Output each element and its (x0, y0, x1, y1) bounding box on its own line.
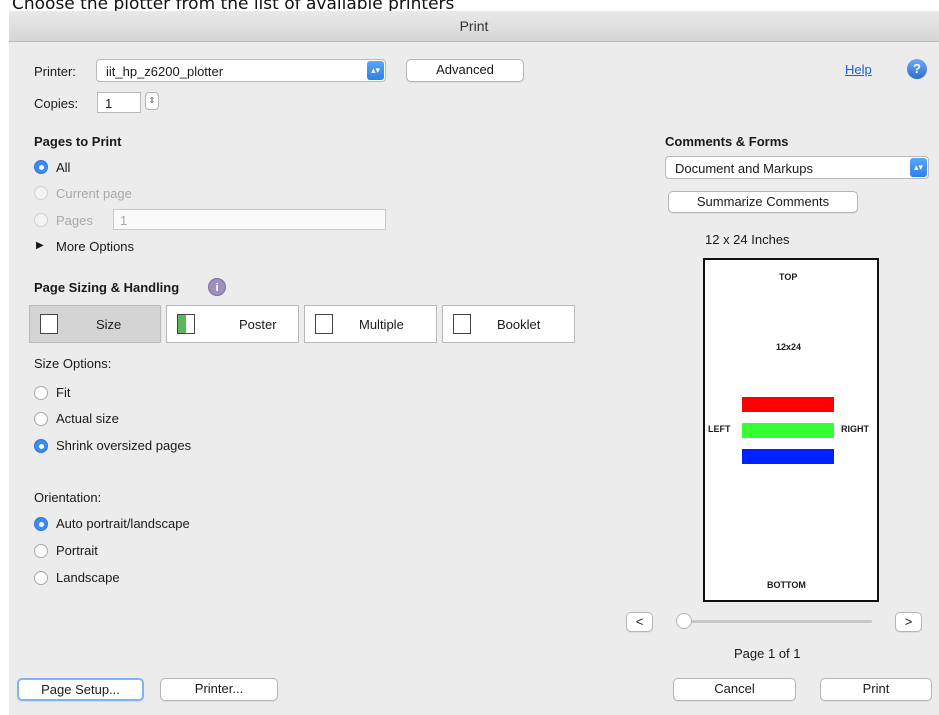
summarize-comments-label: Summarize Comments (696, 194, 830, 209)
orientation-landscape-label: Landscape (56, 570, 120, 585)
page-slider-track[interactable] (676, 620, 872, 623)
size-button[interactable]: Size (29, 305, 161, 343)
poster-button[interactable]: Poster (166, 305, 299, 343)
window-title: Print (459, 18, 489, 34)
preview-bottom-text: BOTTOM (767, 580, 806, 590)
booklet-button-label: Booklet (497, 317, 541, 332)
size-shrink-label: Shrink oversized pages (56, 438, 192, 453)
preview-right-text: RIGHT (841, 424, 869, 434)
page-setup-button[interactable]: Page Setup... (17, 678, 144, 701)
page-indicator: Page 1 of 1 (734, 646, 801, 661)
advanced-button-label: Advanced (436, 62, 494, 77)
printer-label: Printer: (34, 64, 76, 79)
print-button[interactable]: Print (820, 678, 932, 701)
comments-forms-value: Document and Markups (675, 161, 814, 176)
pages-range-value: 1 (120, 213, 128, 228)
pages-all-label: All (56, 160, 71, 175)
copies-input[interactable]: 1 (97, 92, 141, 113)
page-setup-label: Page Setup... (41, 682, 120, 697)
size-actual-radio[interactable] (34, 412, 48, 426)
poster-icon (177, 314, 195, 334)
printer-button[interactable]: Printer... (160, 678, 278, 701)
booklet-button[interactable]: Booklet (442, 305, 575, 343)
printer-select-value: iit_hp_z6200_plotter (106, 64, 224, 79)
size-shrink-radio[interactable] (34, 439, 48, 453)
title-bar: Print (9, 11, 939, 42)
preview-left-text: LEFT (708, 424, 731, 434)
page-sizing-heading: Page Sizing & Handling (34, 280, 180, 295)
orientation-auto-radio[interactable] (34, 517, 48, 531)
orientation-portrait-radio[interactable] (34, 544, 48, 558)
orientation-portrait-label: Portrait (56, 543, 98, 558)
pages-range-input[interactable]: 1 (113, 209, 386, 230)
booklet-icon (453, 314, 471, 334)
previous-page-label: < (635, 614, 644, 629)
more-options-toggle[interactable]: More Options (56, 239, 134, 254)
cancel-button[interactable]: Cancel (673, 678, 796, 701)
multiple-button-label: Multiple (359, 317, 404, 332)
previous-page-button[interactable]: < (626, 612, 653, 632)
copies-stepper[interactable]: ⇕ (145, 92, 159, 110)
size-fit-label: Fit (56, 385, 71, 400)
multiple-button[interactable]: Multiple (304, 305, 437, 343)
help-icon[interactable]: ? (907, 59, 927, 79)
next-page-label: > (904, 614, 913, 629)
poster-button-label: Poster (239, 317, 277, 332)
comments-forms-select[interactable]: Document and Markups ▴▾ (665, 156, 929, 179)
size-icon (40, 314, 58, 334)
page-preview: TOP 12x24 LEFT RIGHT BOTTOM (703, 258, 879, 602)
size-actual-label: Actual size (56, 411, 119, 426)
disclosure-triangle-icon[interactable]: ▶ (36, 240, 44, 251)
advanced-button[interactable]: Advanced (406, 59, 524, 82)
copies-value: 1 (105, 96, 113, 111)
info-icon[interactable]: i (208, 278, 226, 296)
orientation-auto-label: Auto portrait/landscape (56, 516, 190, 531)
cancel-label: Cancel (714, 681, 755, 696)
size-fit-radio[interactable] (34, 386, 48, 400)
help-link[interactable]: Help (845, 62, 872, 77)
preview-red-bar (742, 397, 834, 412)
chevron-updown-icon: ▴▾ (910, 158, 927, 177)
orientation-heading: Orientation: (34, 490, 102, 505)
print-label: Print (862, 681, 890, 696)
preview-center-text: 12x24 (776, 342, 802, 352)
comments-forms-heading: Comments & Forms (665, 134, 789, 149)
pages-range-label: Pages (56, 213, 93, 228)
copies-label: Copies: (34, 96, 79, 111)
size-button-label: Size (96, 317, 122, 332)
next-page-button[interactable]: > (895, 612, 922, 632)
printer-select[interactable]: iit_hp_z6200_plotter ▴▾ (96, 59, 386, 82)
preview-green-bar (742, 423, 834, 438)
pages-current-label: Current page (56, 186, 132, 201)
pages-all-radio[interactable] (34, 160, 48, 174)
preview-blue-bar (742, 449, 834, 464)
size-options-heading: Size Options: (34, 356, 112, 371)
printer-button-label: Printer... (194, 681, 244, 696)
preview-top-text: TOP (779, 272, 798, 282)
chevron-updown-icon: ▴▾ (367, 61, 384, 80)
paper-size-label: 12 x 24 Inches (705, 232, 790, 247)
orientation-landscape-radio[interactable] (34, 571, 48, 585)
page-slider-thumb[interactable] (676, 613, 692, 629)
pages-range-radio[interactable] (34, 213, 48, 227)
multiple-icon (315, 314, 333, 334)
pages-to-print-heading: Pages to Print (34, 134, 122, 149)
summarize-comments-button[interactable]: Summarize Comments (668, 191, 858, 213)
pages-current-radio[interactable] (34, 186, 48, 200)
